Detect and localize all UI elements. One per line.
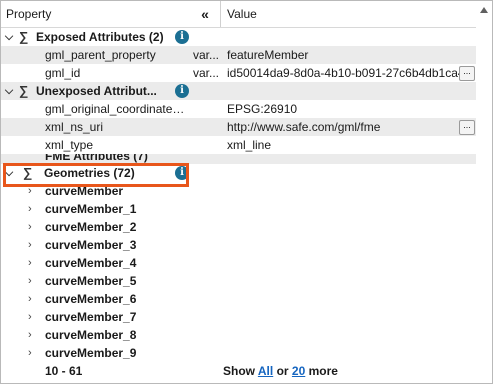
vertical-scrollbar[interactable] (476, 1, 492, 383)
geometry-row[interactable]: › curveMember_8 (1, 326, 476, 344)
chevron-right-icon[interactable]: › (28, 326, 32, 344)
attribute-type: var... (193, 48, 220, 62)
chevron-right-icon[interactable]: › (28, 272, 32, 290)
pagination-controls: Show All or 20 more (223, 362, 338, 380)
pagination-row: 10 - 61 Show All or 20 more (1, 362, 476, 380)
geometry-name: curveMember_9 (45, 346, 137, 360)
sigma-icon: ∑ (23, 165, 33, 180)
edit-value-button[interactable]: ... (459, 66, 475, 81)
section-label: Geometries (72) (44, 166, 135, 180)
attribute-tree: ⌵ ∑ Exposed Attributes (2) i gml_parent_… (1, 28, 476, 380)
value-column-header[interactable]: Value (227, 7, 257, 21)
attribute-row[interactable]: xml_type xml_line (1, 136, 476, 154)
geometry-row[interactable]: › curveMember_2 (1, 218, 476, 236)
chevron-down-icon[interactable]: ⌵ (4, 164, 14, 182)
geometry-name: curveMember_8 (45, 328, 137, 342)
info-icon[interactable]: i (175, 84, 189, 98)
geometry-row[interactable]: › curveMember_6 (1, 290, 476, 308)
attribute-name: gml_parent_property (45, 48, 156, 62)
geometry-row[interactable]: › curveMember_4 (1, 254, 476, 272)
chevron-right-icon[interactable]: › (28, 236, 32, 254)
attribute-type: var... (193, 66, 220, 80)
geometry-name: curveMember_3 (45, 238, 137, 252)
attribute-name: gml_original_coordinate_... (45, 102, 185, 116)
geometry-row[interactable]: › curveMember_7 (1, 308, 476, 326)
chevron-right-icon[interactable]: › (28, 200, 32, 218)
attribute-value: featureMember (227, 48, 309, 62)
geometry-name: curveMember_6 (45, 292, 137, 306)
geometry-name: curveMember_4 (45, 256, 137, 270)
attribute-row[interactable]: xml_ns_uri http://www.safe.com/gml/fme .… (1, 118, 476, 136)
or-label: or (276, 364, 289, 378)
geometry-row[interactable]: › curveMember_5 (1, 272, 476, 290)
chevron-down-icon[interactable]: ⌵ (4, 82, 14, 100)
section-unexposed-attributes[interactable]: ⌵ ∑ Unexposed Attribut... i (1, 82, 476, 100)
scroll-up-arrow-icon[interactable] (480, 7, 488, 13)
attribute-row[interactable]: gml_id var... id50014da9-8d0a-4b10-b091-… (1, 64, 476, 82)
attribute-row[interactable]: gml_parent_property var... featureMember (1, 46, 476, 64)
chevron-right-icon[interactable]: › (28, 218, 32, 236)
info-icon[interactable]: i (175, 166, 189, 180)
attribute-value: xml_line (227, 138, 272, 152)
chevron-right-icon[interactable]: › (28, 182, 32, 200)
section-fme-attributes[interactable]: FME Attributes (7) (1, 154, 476, 164)
chevron-down-icon[interactable]: ⌵ (4, 28, 14, 46)
geometry-row[interactable]: › curveMember_3 (1, 236, 476, 254)
column-divider[interactable] (220, 1, 221, 27)
more-label: more (308, 364, 338, 378)
section-label: Exposed Attributes (2) (36, 30, 164, 44)
geometry-row[interactable]: › curveMember (1, 182, 476, 200)
edit-value-button[interactable]: ... (459, 120, 475, 135)
attribute-value: id50014da9-8d0a-4b10-b091-27c6b4db1ca4 (227, 66, 459, 80)
attribute-value: http://www.safe.com/gml/fme (227, 120, 381, 134)
section-geometries[interactable]: ⌵ ∑ Geometries (72) i (1, 164, 476, 182)
geometry-name: curveMember_1 (45, 202, 137, 216)
attribute-name: xml_ns_uri (45, 120, 104, 134)
sigma-icon: ∑ (19, 83, 29, 98)
section-label: Unexposed Attribut... (36, 84, 157, 98)
geometry-name: curveMember_7 (45, 310, 137, 324)
property-column-header[interactable]: Property (6, 7, 51, 21)
geometry-row[interactable]: › curveMember_1 (1, 200, 476, 218)
chevron-right-icon[interactable]: › (28, 290, 32, 308)
show-label: Show (223, 364, 255, 378)
chevron-right-icon[interactable]: › (28, 308, 32, 326)
geometry-name: curveMember_5 (45, 274, 137, 288)
show-all-link[interactable]: All (258, 364, 273, 378)
sigma-icon: ∑ (19, 29, 29, 44)
collapse-columns-button[interactable]: « (194, 4, 216, 24)
chevron-right-icon[interactable]: › (28, 254, 32, 272)
info-icon[interactable]: i (175, 30, 189, 44)
feature-inspector-panel: Property « Value ⌵ ∑ Exposed Attributes … (0, 0, 493, 384)
chevron-right-icon[interactable]: › (28, 344, 32, 362)
show-more-link[interactable]: 20 (292, 364, 305, 378)
geometry-name: curveMember_2 (45, 220, 137, 234)
table-header: Property « Value (1, 1, 476, 28)
pagination-range: 10 - 61 (45, 364, 83, 378)
attribute-name: gml_id (45, 66, 81, 80)
attribute-name: xml_type (45, 138, 94, 152)
section-exposed-attributes[interactable]: ⌵ ∑ Exposed Attributes (2) i (1, 28, 476, 46)
geometry-name: curveMember (45, 184, 124, 198)
attribute-row[interactable]: gml_original_coordinate_... EPSG:26910 (1, 100, 476, 118)
attribute-value: EPSG:26910 (227, 102, 298, 116)
geometry-row[interactable]: › curveMember_9 (1, 344, 476, 362)
section-label: FME Attributes (7) (45, 154, 148, 163)
